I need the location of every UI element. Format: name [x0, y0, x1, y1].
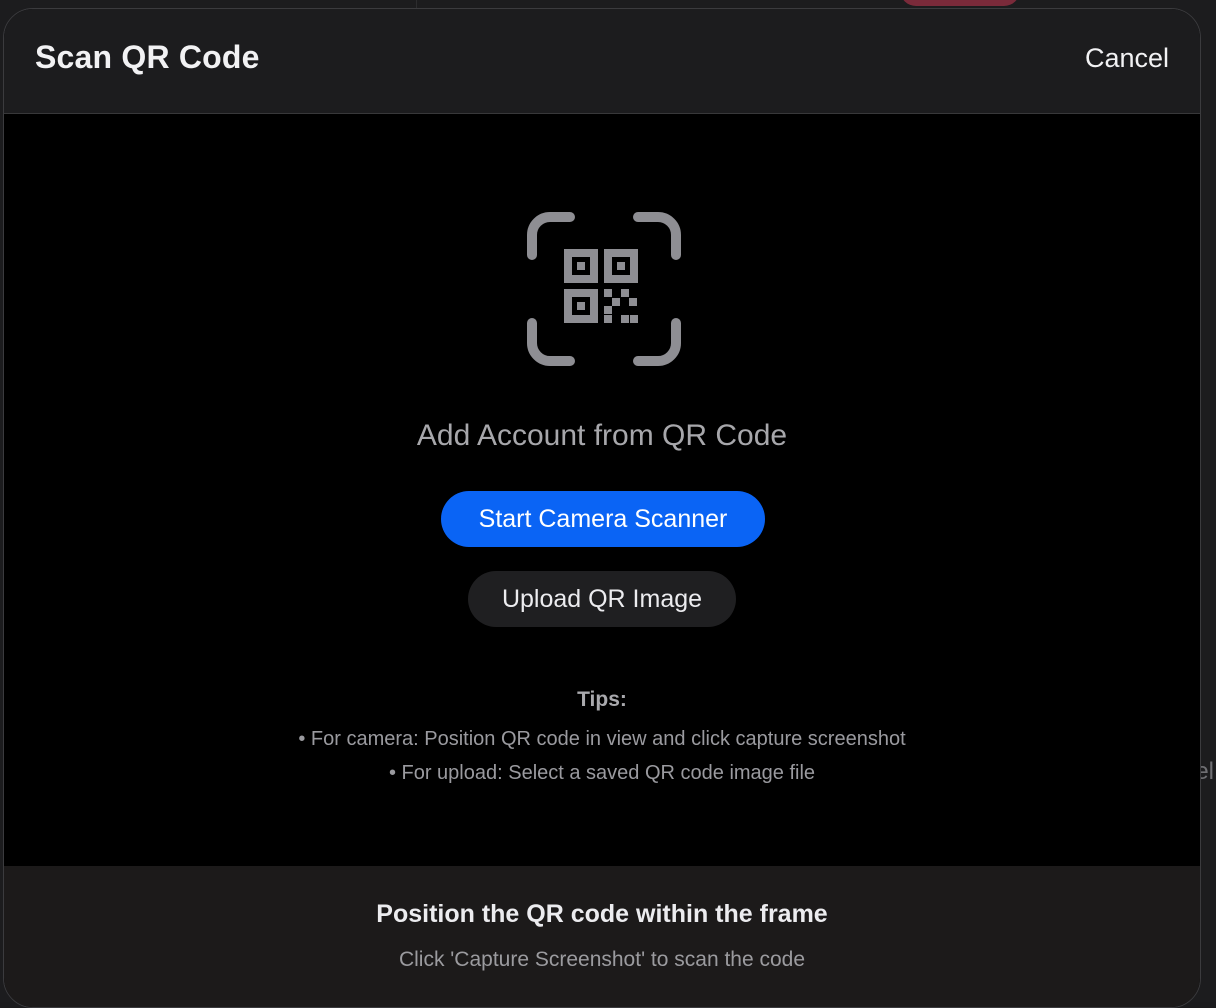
upload-qr-image-button[interactable]: Upload QR Image — [468, 571, 736, 627]
scan-content: Add Account from QR Code Start Camera Sc… — [4, 114, 1200, 866]
scan-qr-sheet: Scan QR Code Cancel — [3, 8, 1201, 1008]
tips-section: Tips: • For camera: Position QR code in … — [4, 688, 1200, 790]
start-camera-scanner-button[interactable]: Start Camera Scanner — [441, 491, 765, 547]
tips-title: Tips: — [4, 688, 1200, 712]
headline: Add Account from QR Code — [4, 419, 1200, 453]
background-divider — [416, 0, 417, 8]
footer-subtitle: Click 'Capture Screenshot' to scan the c… — [4, 948, 1200, 972]
background-accent-shape — [900, 0, 1020, 6]
instruction-footer: Position the QR code within the frame Cl… — [4, 866, 1200, 1007]
tip-item-upload: • For upload: Select a saved QR code ima… — [4, 756, 1200, 790]
sheet-title: Scan QR Code — [35, 39, 260, 76]
tip-item-camera: • For camera: Position QR code in view a… — [4, 722, 1200, 756]
qr-scan-icon — [524, 209, 684, 369]
sheet-header: Scan QR Code Cancel — [4, 9, 1200, 114]
cancel-button[interactable]: Cancel — [1085, 43, 1169, 74]
footer-title: Position the QR code within the frame — [4, 900, 1200, 929]
